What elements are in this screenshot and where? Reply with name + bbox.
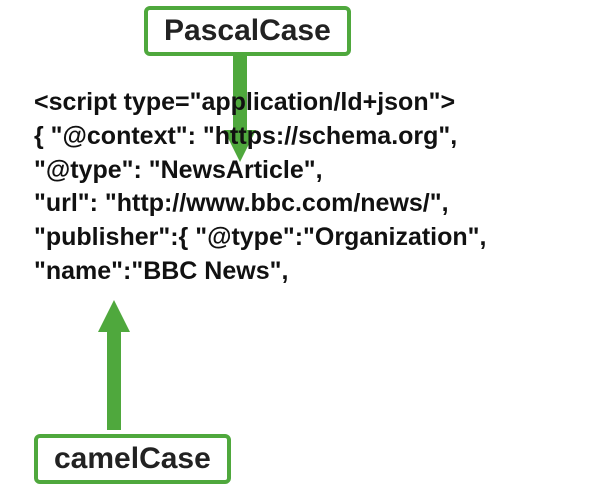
code-line-4: "url": "http://www.bbc.com/news/",: [34, 189, 449, 217]
code-line-5: "publisher":{ "@type":"Organization",: [34, 223, 486, 251]
code-line-1: <script type="application/ld+json">: [34, 88, 455, 116]
code-line-2: { "@context": "https://schema.org",: [34, 122, 457, 150]
pascalcase-label: PascalCase: [144, 6, 351, 56]
code-line-6: "name":"BBC News",: [34, 257, 288, 285]
camelcase-label: camelCase: [34, 434, 231, 484]
code-snippet: <script type="application/ld+json"> { "@…: [34, 86, 580, 289]
code-line-3: "@type": "NewsArticle",: [34, 156, 323, 184]
arrow-up-icon: [96, 300, 132, 430]
